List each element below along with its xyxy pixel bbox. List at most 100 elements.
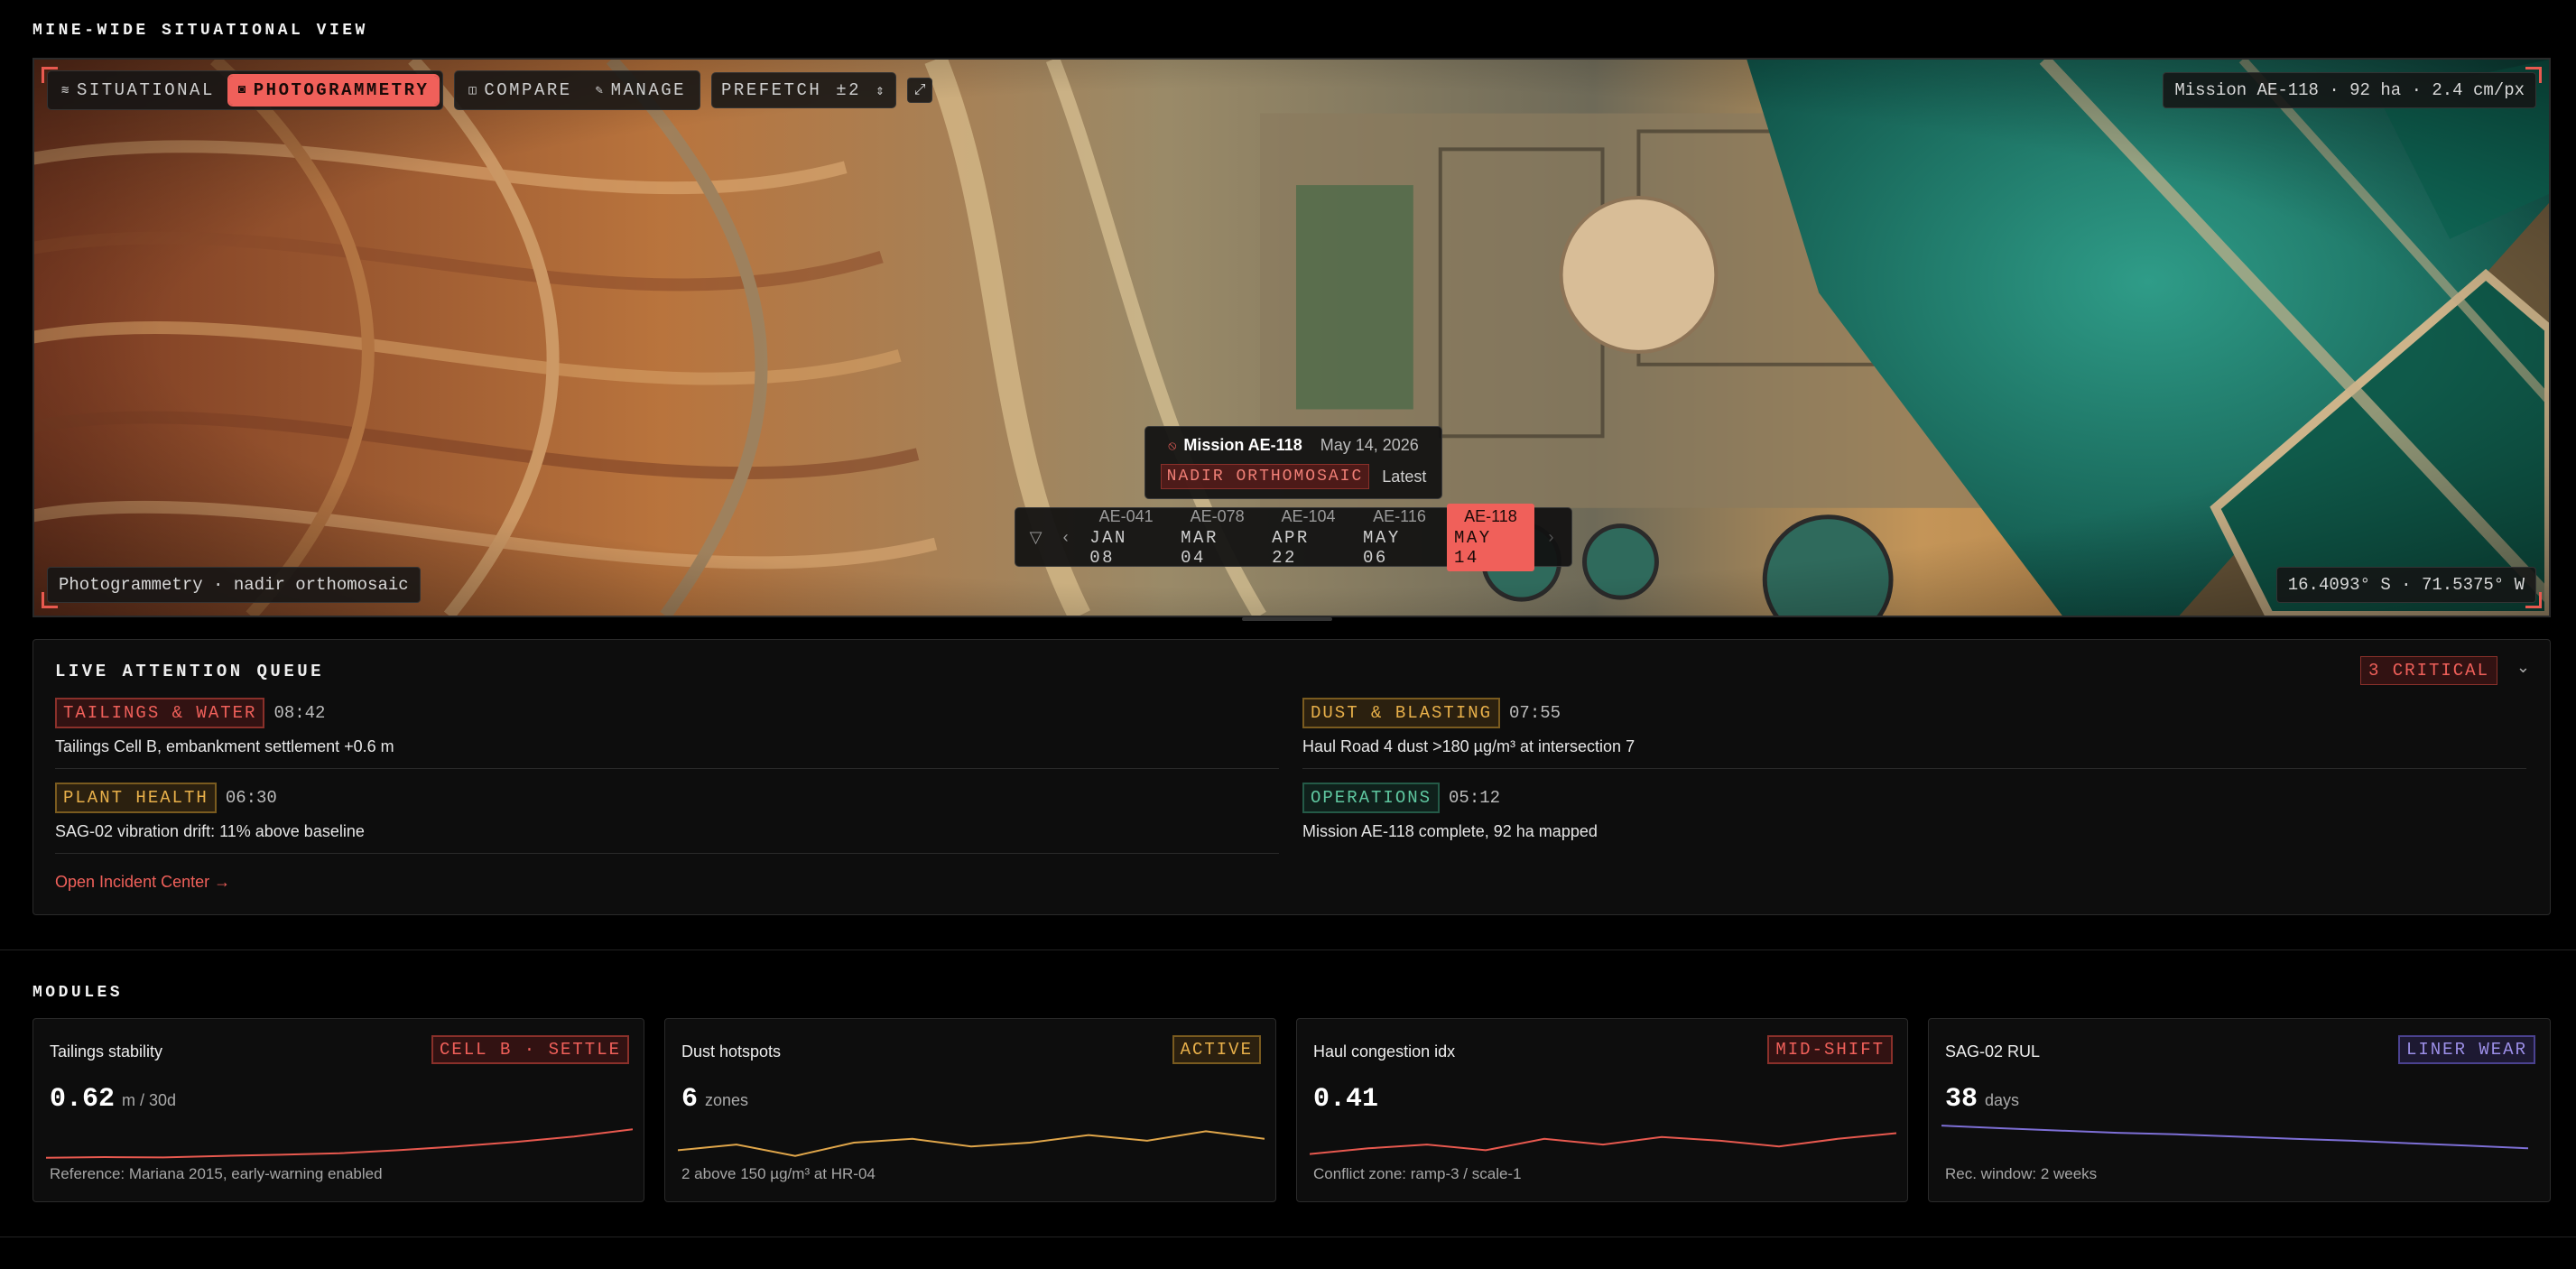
module-value: 38: [1945, 1084, 1978, 1115]
page-title: MINE-WIDE SITUATIONAL VIEW: [32, 22, 368, 40]
prefetch-value: ±2: [836, 80, 862, 100]
timeline-item[interactable]: AE-104 APR 22: [1265, 504, 1352, 571]
divider: [55, 768, 1279, 769]
module-badge: MID-SHIFT: [1767, 1035, 1893, 1064]
tool-label-text: MANAGE: [610, 80, 687, 100]
manage-button[interactable]: ✎ MANAGE: [587, 76, 695, 105]
module-card-sag[interactable]: SAG-02 RUL LINER WEAR 38 days Rec. window…: [1928, 1018, 2551, 1202]
queue-item[interactable]: TAILINGS & WATER 08:42 Tailings Cell B, …: [55, 698, 1279, 756]
category-tag: DUST & BLASTING: [1302, 698, 1501, 728]
timeline-date: JAN 08: [1089, 527, 1127, 568]
timeline-item-active[interactable]: AE-118 MAY 14: [1446, 503, 1534, 571]
tool-label-text: COMPARE: [484, 80, 572, 100]
timeline-item[interactable]: AE-116 MAY 06: [1356, 504, 1443, 571]
critical-count-badge: 3 CRITICAL: [2359, 656, 2497, 685]
sparkline-series: [46, 1128, 633, 1159]
timeline-code: AE-104: [1281, 506, 1336, 525]
sparkline: [1941, 1125, 2528, 1150]
timeline-date: APR 22: [1272, 527, 1310, 568]
chevron-left-icon[interactable]: ‹: [1052, 528, 1079, 547]
event-time: 06:30: [225, 788, 277, 808]
module-unit: days: [1985, 1091, 2020, 1109]
chevron-right-icon[interactable]: ›: [1538, 528, 1564, 547]
mission-tooltip: ⦸ Mission AE-118 May 14, 2026 NADIR ORTH…: [1144, 426, 1442, 499]
timeline-date: MAY 06: [1363, 527, 1401, 568]
map-resize-handle[interactable]: [1242, 617, 1332, 621]
chevron-down-icon[interactable]: ⌄: [2516, 658, 2530, 677]
module-card-dust[interactable]: Dust hotspots ACTIVE 6 zones 2 above 150 …: [664, 1018, 1276, 1202]
module-title: SAG-02 RUL: [1945, 1042, 2041, 1061]
event-description: Haul Road 4 dust >180 µg/m³ at intersect…: [1302, 737, 1635, 755]
mode-situational-button[interactable]: ≋ SITUATIONAL: [52, 76, 224, 105]
module-value: 6: [681, 1084, 699, 1115]
module-footer: Rec. window: 2 weeks: [1945, 1165, 2098, 1182]
prefetch-select[interactable]: PREFETCH ±2 ⇕: [711, 72, 897, 108]
mission-info-badge: Mission AE-118 · 92 ha · 2.4 cm/px: [2163, 72, 2536, 108]
compare-icon: ◫: [468, 83, 479, 98]
status-text: Latest: [1382, 467, 1427, 486]
sparkline-series: [1310, 1132, 1896, 1155]
category-tag: OPERATIONS: [1302, 783, 1441, 813]
tooltip-mission: Mission AE-118: [1183, 436, 1302, 454]
module-card-haul[interactable]: Haul congestion idx MID-SHIFT 0.41 Confl…: [1296, 1018, 1908, 1202]
sparkline: [1310, 1132, 1896, 1155]
event-description: Mission AE-118 complete, 92 ha mapped: [1302, 822, 1598, 840]
pencil-icon: ✎: [595, 83, 606, 98]
queue-item[interactable]: DUST & BLASTING 07:55 Haul Road 4 dust >…: [1302, 698, 2526, 756]
chevron-updown-icon: ⇕: [876, 83, 887, 99]
divider: [55, 853, 1279, 854]
timeline-code: AE-041: [1098, 506, 1154, 525]
timeline-date: MAR 04: [1181, 527, 1219, 568]
tooltip-date: May 14, 2026: [1320, 436, 1419, 454]
module-value: 0.62: [50, 1084, 116, 1115]
module-card-tailings[interactable]: Tailings stability CELL B · SETTLE 0.62 m…: [32, 1018, 644, 1202]
attention-queue-panel: LIVE ATTENTION QUEUE 3 CRITICAL ⌄ TAILIN…: [32, 639, 2551, 915]
mode-photogrammetry-button[interactable]: ◙ PHOTOGRAMMETRY: [227, 74, 440, 107]
sparkline: [678, 1130, 1265, 1157]
module-badge: ACTIVE: [1172, 1035, 1261, 1064]
event-time: 08:42: [273, 703, 326, 723]
queue-title: LIVE ATTENTION QUEUE: [55, 662, 325, 681]
mode-label-text: SITUATIONAL: [76, 80, 215, 100]
filter-icon[interactable]: ▽: [1023, 528, 1049, 547]
modules-title: MODULES: [32, 984, 124, 1002]
timeline-code: AE-116: [1373, 506, 1426, 525]
sparkline-series: [1941, 1125, 2528, 1150]
event-description: SAG-02 vibration drift: 11% above baseli…: [55, 822, 365, 840]
coordinates-readout: 16.4093° S · 71.5375° W: [2275, 567, 2536, 603]
timeline-code: AE-118: [1464, 506, 1517, 525]
timeline-date: MAY 14: [1453, 527, 1492, 568]
sparkline-series: [678, 1130, 1265, 1157]
mode-label-text: PHOTOGRAMMETRY: [253, 80, 430, 100]
module-unit: zones: [705, 1091, 749, 1109]
category-tag: PLANT HEALTH: [55, 783, 217, 813]
product-badge: NADIR ORTHOMOSAIC: [1160, 464, 1370, 489]
expand-button[interactable]: ⤢: [907, 78, 933, 103]
map-toolbar: ≋ SITUATIONAL ◙ PHOTOGRAMMETRY ◫ COMPARE…: [47, 70, 933, 110]
compare-button[interactable]: ◫ COMPARE: [459, 76, 580, 105]
timeline-item[interactable]: AE-078 MAR 04: [1173, 504, 1261, 571]
drone-icon: ⦸: [1168, 438, 1177, 452]
section-divider: [0, 949, 2576, 950]
module-title: Haul congestion idx: [1313, 1042, 1456, 1061]
queue-item[interactable]: OPERATIONS 05:12 Mission AE-118 complete…: [1302, 783, 2526, 841]
module-value: 0.41: [1313, 1084, 1379, 1115]
prefetch-label: PREFETCH: [721, 80, 822, 100]
tool-group: ◫ COMPARE ✎ MANAGE: [454, 70, 701, 110]
timeline-item[interactable]: AE-041 JAN 08: [1082, 504, 1170, 571]
mission-timeline: ▽ ‹ AE-041 JAN 08 AE-078 MAR 04 AE-104 A…: [1015, 503, 1572, 571]
module-footer: 2 above 150 µg/m³ at HR-04: [681, 1165, 876, 1182]
timeline-code: AE-078: [1190, 506, 1245, 525]
queue-item[interactable]: PLANT HEALTH 06:30 SAG-02 vibration drif…: [55, 783, 1279, 841]
module-badge: LINER WEAR: [2397, 1035, 2535, 1064]
map-viewport[interactable]: ≋ SITUATIONAL ◙ PHOTOGRAMMETRY ◫ COMPARE…: [32, 58, 2551, 617]
module-title: Tailings stability: [50, 1042, 163, 1061]
sparkline: [46, 1128, 633, 1159]
module-footer: Conflict zone: ramp-3 / scale-1: [1313, 1165, 1522, 1182]
layers-icon: ≋: [61, 83, 71, 98]
event-time: 05:12: [1449, 788, 1501, 808]
view-mode-label: Photogrammetry · nadir orthomosaic: [47, 567, 421, 603]
open-incident-center-link[interactable]: Open Incident Center →: [55, 873, 230, 892]
event-time: 07:55: [1509, 703, 1561, 723]
module-unit: m / 30d: [122, 1091, 177, 1109]
